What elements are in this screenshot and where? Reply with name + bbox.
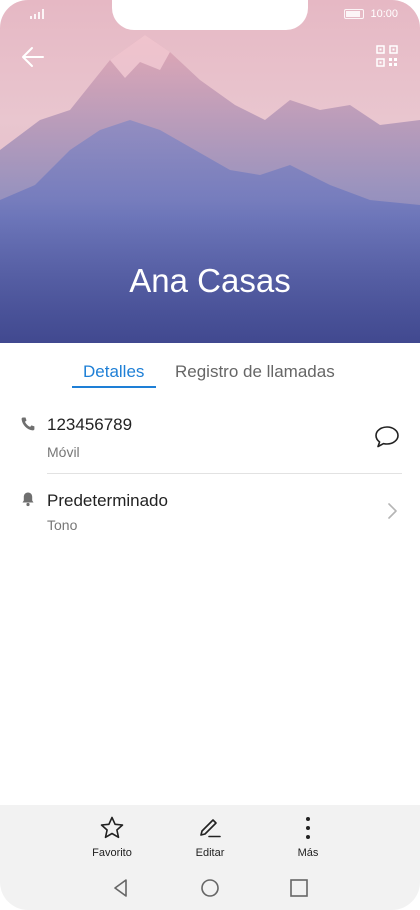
status-bar-right: 10:00 — [344, 8, 398, 20]
ringtone-row[interactable]: Predeterminado Tono — [0, 486, 420, 540]
bottom-bar: Favorito Editar Más — [0, 805, 420, 910]
more-label: Más — [297, 847, 319, 859]
edit-label: Editar — [195, 847, 225, 859]
edit-button[interactable]: Editar — [175, 815, 245, 859]
pencil-icon — [200, 819, 221, 838]
back-button[interactable] — [20, 44, 46, 70]
nav-home-icon[interactable] — [199, 877, 221, 899]
phone-type: Móvil — [47, 444, 80, 460]
chevron-right-icon — [388, 503, 397, 519]
favorite-label: Favorito — [92, 847, 132, 859]
contact-header-image: 10:00 Ana Casas — [0, 0, 420, 343]
contact-screen: 10:00 Ana Casas Detalles Registro de lla… — [0, 0, 420, 910]
battery-icon — [344, 9, 365, 19]
nav-back-icon[interactable] — [110, 877, 132, 899]
more-button[interactable]: Más — [273, 815, 343, 859]
qr-code-icon — [376, 45, 398, 67]
phone-icon — [21, 417, 35, 431]
message-icon — [375, 426, 399, 448]
ringtone-label: Tono — [47, 517, 78, 533]
camera-notch — [112, 0, 308, 30]
system-navigation-bar — [0, 875, 420, 899]
favorite-button[interactable]: Favorito — [77, 815, 147, 859]
row-divider — [47, 473, 402, 474]
active-tab-indicator — [72, 386, 156, 388]
star-icon — [100, 816, 124, 839]
phone-number-row[interactable]: 123456789 Móvil — [0, 410, 420, 472]
qr-code-button[interactable] — [376, 45, 398, 67]
more-vertical-icon — [306, 817, 310, 839]
ringtone-value: Predeterminado — [47, 491, 168, 510]
arrow-left-icon — [22, 47, 44, 67]
nav-recents-icon[interactable] — [288, 877, 310, 899]
contact-tabs: Detalles Registro de llamadas — [0, 360, 420, 390]
contact-name: Ana Casas — [129, 262, 291, 299]
tab-details[interactable]: Detalles — [83, 362, 144, 382]
phone-number: 123456789 — [47, 415, 133, 434]
status-time: 10:00 — [370, 8, 398, 20]
tab-call-log[interactable]: Registro de llamadas — [175, 362, 335, 382]
bell-icon — [22, 492, 34, 507]
send-message-button[interactable] — [374, 424, 400, 450]
